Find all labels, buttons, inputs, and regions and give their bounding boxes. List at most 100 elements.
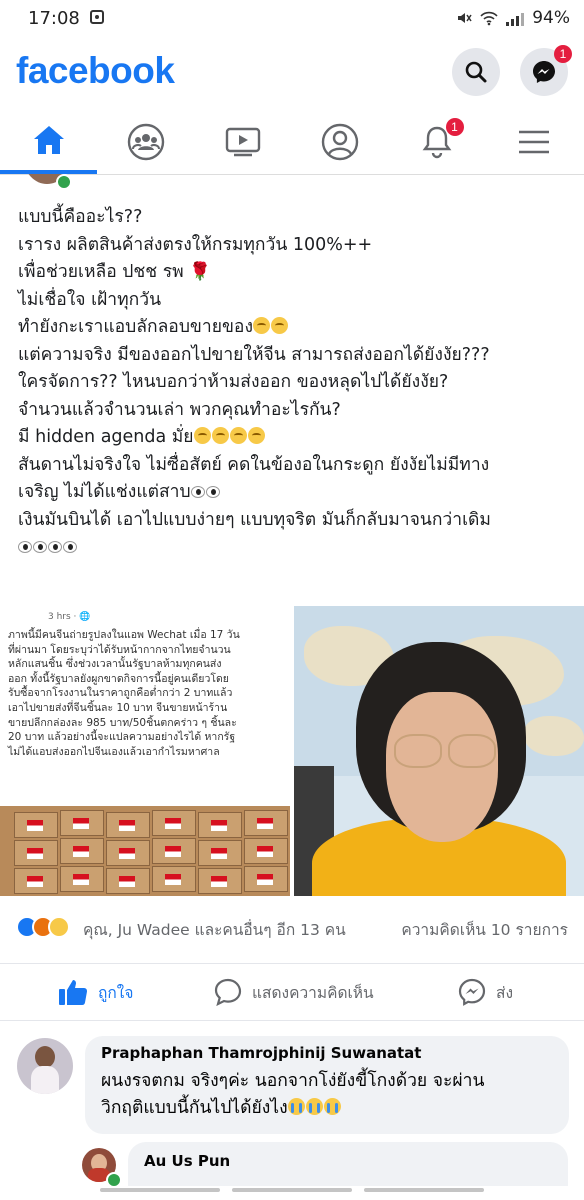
post-body: แบบนี้คืออะไร?? เรารง ผลิตสินค้าส่งตรงให… xyxy=(18,204,574,562)
tab-menu[interactable] xyxy=(485,110,582,174)
eyes-emoji xyxy=(63,541,77,553)
mask-boxes-photo xyxy=(0,806,290,896)
post-line: แบบนี้คืออะไร?? xyxy=(18,207,143,227)
sad-emoji xyxy=(253,317,270,334)
sad-reaction-icon xyxy=(48,916,70,938)
bell-wrap: 1 xyxy=(420,118,464,160)
reactions-summary[interactable]: คุณ, Ju Wadee และคนอื่นๆ อีก 13 คน ความค… xyxy=(0,910,584,944)
caption-line: ออก ทั้งนี้รัฐบาลยังผูกขาดกิจการนี้อยู่ค… xyxy=(8,672,229,685)
tab-home[interactable] xyxy=(0,110,97,174)
comment-icon xyxy=(214,978,242,1006)
notification-badge: 1 xyxy=(445,118,464,136)
post-line: เรารง ผลิตสินค้าส่งตรงให้กรมทุกวัน 100%+… xyxy=(18,234,373,255)
comment-bubble: Praphaphan Thamrojphinij Suwanatat ผนงรจ… xyxy=(85,1036,569,1134)
nav-pill xyxy=(364,1188,484,1192)
crying-emoji xyxy=(305,1098,323,1115)
like-label: ถูกใจ xyxy=(98,983,134,1002)
signal-icon xyxy=(506,10,525,26)
sad-emoji xyxy=(229,427,247,444)
mute-icon xyxy=(458,13,472,23)
eyes-emoji xyxy=(48,541,62,553)
rose-emoji: 🌹 xyxy=(189,262,212,282)
main-tabs: 1 xyxy=(0,110,584,175)
crying-emoji xyxy=(323,1098,341,1115)
tab-watch[interactable] xyxy=(194,110,291,174)
post-line xyxy=(18,534,574,562)
profile-icon xyxy=(321,123,358,161)
comment-count[interactable]: ความคิดเห็น 10 รายการ xyxy=(401,917,568,942)
comment-text: ผนงรจตกม จริงๆค่ะ นอกจากโง่ยังขี้โกงด้วย… xyxy=(101,1068,561,1122)
video-icon xyxy=(225,127,260,157)
post-line: เงินมันบินได้ เอาไปแบบง่ายๆ แบบทุจริต มั… xyxy=(18,509,491,530)
caption-line: ที่ผ่านมา โดยระบุว่าได้รับหน้ากากจากไทยจ… xyxy=(8,643,231,656)
crying-emoji xyxy=(287,1098,305,1115)
post-line: เจริญ ไม่ได้แช่งแต่สาบ xyxy=(18,479,574,507)
messenger-button[interactable]: 1 xyxy=(520,45,572,96)
home-icon xyxy=(33,126,64,154)
eyes-emoji xyxy=(190,486,205,498)
post-line: ทำยังกะเราแอบลักลอบขายของ xyxy=(18,314,574,342)
nav-pill xyxy=(100,1188,220,1192)
nav-pill[interactable] xyxy=(232,1188,352,1192)
app-header: facebook 1 xyxy=(0,36,584,110)
eyes-emoji xyxy=(205,486,220,498)
system-nav-bar xyxy=(0,1186,584,1200)
share-button[interactable]: ส่ง xyxy=(458,974,513,1010)
tab-profile[interactable] xyxy=(291,110,388,174)
messenger-send-icon xyxy=(458,978,486,1006)
comment-author[interactable]: Au Us Pun xyxy=(144,1152,230,1170)
caption-line: เอาไปขายส่งที่จีนชิ้นละ 10 บาท จีนขายหน้… xyxy=(8,701,228,714)
sad-emoji xyxy=(193,427,211,444)
post-photo-portrait[interactable] xyxy=(294,606,584,896)
post-line: แต่ความจริง มีของออกไปขายให้จีน สามารถส่… xyxy=(18,344,490,365)
comment-label: แสดงความคิดเห็น xyxy=(252,983,374,1002)
caption-line: ภาพนี้มีคนจีนถ่ายรูปลงในแอพ Wechat เมื่อ… xyxy=(8,629,240,641)
search-button[interactable] xyxy=(452,48,500,96)
thumbs-up-icon xyxy=(59,980,88,1006)
post-actions: ถูกใจ แสดงความคิดเห็น ส่ง xyxy=(0,963,584,1021)
post-line: สันดานไม่จริงใจ ไม่ซื่อสัตย์ คดในข้องอใน… xyxy=(18,454,490,475)
post-author-avatar-partial[interactable] xyxy=(24,174,74,188)
comment-line: วิกฤติแบบนี้กันไปได้ยังไง xyxy=(101,1095,561,1122)
caption-line: ขายปลีกกล่องละ 985 บาท/50ชิ้นตกคร่าว ๆ ช… xyxy=(8,716,237,729)
screenshot-caption: ภาพนี้มีคนจีนถ่ายรูปลงในแอพ Wechat เมื่อ… xyxy=(8,628,288,759)
messenger-badge: 1 xyxy=(554,45,572,63)
glasses-icon xyxy=(394,734,442,768)
comment-line: ผนงรจตกม จริงๆค่ะ นอกจากโง่ยังขี้โกงด้วย… xyxy=(101,1071,485,1091)
status-time: 17:08 xyxy=(28,8,80,29)
comment-item: Praphaphan Thamrojphinij Suwanatat ผนงรจ… xyxy=(0,1030,584,1140)
tab-groups[interactable] xyxy=(97,110,194,174)
comment-author[interactable]: Praphaphan Thamrojphinij Suwanatat xyxy=(101,1044,421,1062)
comment-button[interactable]: แสดงความคิดเห็น xyxy=(214,974,374,1010)
screenshot-text-area: 3 hrs · 🌐 ภาพนี้มีคนจีนถ่ายรูปลงในแอพ We… xyxy=(2,608,290,808)
like-button[interactable]: ถูกใจ xyxy=(58,974,133,1010)
battery-level: 94% xyxy=(532,8,570,28)
glasses-icon xyxy=(448,734,496,768)
caption-line: รับซื้อจากโรงงานในราคาถูกคือต่ำกว่า 2 บา… xyxy=(8,687,233,700)
menu-icon xyxy=(518,130,549,154)
eyes-emoji xyxy=(18,541,32,553)
reaction-names[interactable]: คุณ, Ju Wadee และคนอื่นๆ อีก 13 คน xyxy=(83,917,346,942)
sad-emoji xyxy=(271,317,288,334)
groups-icon xyxy=(127,123,164,161)
screenshot-time: 3 hrs · 🌐 xyxy=(48,612,91,622)
facebook-logo[interactable]: facebook xyxy=(16,50,175,92)
messenger-icon xyxy=(533,61,555,83)
caption-line: หลักแสนชิ้น ซึ่งช่วงเวลานั้นรัฐบาลห้ามทุ… xyxy=(8,658,222,671)
search-icon xyxy=(465,61,487,83)
post-line: ไม่เชื่อใจ เฝ้าทุกวัน xyxy=(18,289,162,310)
post-line: มี hidden agenda มั่ย xyxy=(18,424,574,452)
post-line: จำนวนแล้วจำนวนเล่า พวกคุณทำอะไรกัน? xyxy=(18,399,341,420)
post-photo-screenshot[interactable]: 3 hrs · 🌐 ภาพนี้มีคนจีนถ่ายรูปลงในแอพ We… xyxy=(0,606,290,896)
post-line: ใครจัดการ?? ไหนบอกว่าห้ามส่งออก ของหลุดไ… xyxy=(18,372,449,392)
sad-emoji xyxy=(211,427,229,444)
caption-line: ไม่ได้แอบส่งออกไปจีนเองแล้วเอากำไรมหาศาล xyxy=(8,745,220,758)
post-line: เพื่อช่วยเหลือ ปชช รพ 🌹 xyxy=(18,262,212,282)
eyes-emoji xyxy=(33,541,47,553)
notification-icon xyxy=(90,10,104,24)
share-label: ส่ง xyxy=(496,983,514,1002)
tab-notifications[interactable]: 1 xyxy=(388,110,485,174)
caption-line: 20 บาท แล้วอย่างนี้จะแปลความอย่างไรได้ ห… xyxy=(8,731,236,744)
wifi-icon xyxy=(480,11,498,26)
avatar[interactable] xyxy=(17,1038,73,1094)
